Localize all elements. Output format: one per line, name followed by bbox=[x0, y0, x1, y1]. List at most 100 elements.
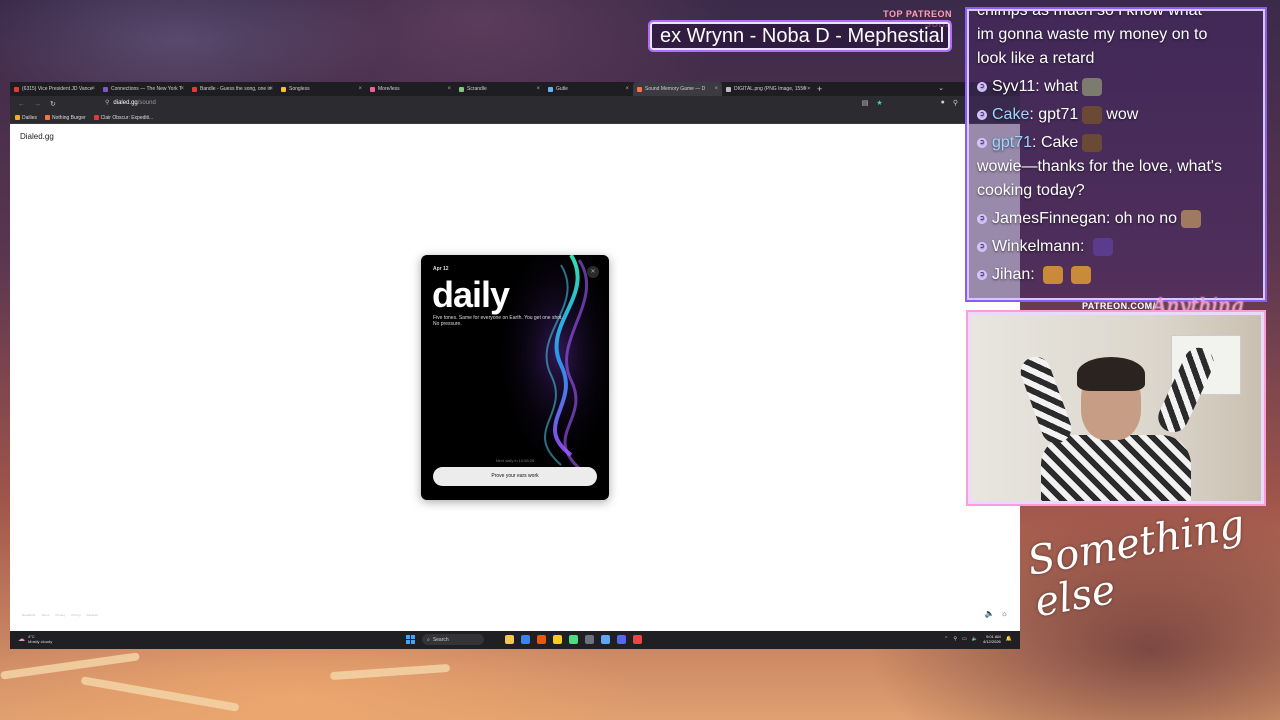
sound-icon[interactable]: 🔈 bbox=[985, 609, 995, 618]
chat-username[interactable]: gpt71 bbox=[992, 131, 1032, 155]
tab-favicon-icon bbox=[370, 86, 375, 92]
chat-username[interactable]: Syv11 bbox=[992, 75, 1035, 99]
chat-emote-icon bbox=[1071, 266, 1092, 284]
taskbar-app-icon[interactable] bbox=[521, 635, 530, 644]
taskbar-center: ⌕ Search bbox=[406, 634, 642, 645]
mic-tray-icon[interactable]: ⚲ bbox=[953, 636, 957, 642]
bookmark-label: Nothing Burger bbox=[52, 114, 86, 121]
chat-username[interactable]: Cake bbox=[992, 103, 1029, 127]
chat-text: gpt71 bbox=[1038, 106, 1079, 123]
browser-tab[interactable]: (6315) Vice President JD Vance × bbox=[10, 82, 99, 96]
chat-badge-icon: ➲ bbox=[977, 82, 987, 92]
taskbar-app-icon[interactable] bbox=[537, 635, 546, 644]
site-title[interactable]: Dialed.gg bbox=[20, 132, 54, 141]
chat-emote-icon bbox=[1081, 78, 1102, 96]
tab-close-icon[interactable]: × bbox=[180, 86, 184, 92]
system-tray: ⌃ ⚲ ▭ 🔈 9:01 AM 4/12/2026 🔔 bbox=[944, 634, 1012, 644]
streamer bbox=[1016, 342, 1219, 501]
daily-description: Five tones. Same for everyone on Earth. … bbox=[433, 315, 563, 327]
mic-icon[interactable]: ⚲ bbox=[953, 99, 958, 107]
chat-username[interactable]: JamesFinnegan bbox=[992, 207, 1106, 231]
windows-taskbar: ☁ 4°C Mostly cloudy ⌕ Search ⌃ ⚲ ▭ 🔈 9:0… bbox=[10, 631, 1020, 649]
prove-ears-button[interactable]: Prove your ears work bbox=[433, 467, 597, 486]
windows-start-icon[interactable] bbox=[406, 635, 415, 644]
tab-close-icon[interactable]: × bbox=[91, 86, 95, 92]
notification-bell-icon[interactable]: 🔔 bbox=[1006, 636, 1012, 642]
tab-label: Songless bbox=[289, 86, 310, 92]
tab-close-icon[interactable]: × bbox=[625, 86, 629, 92]
theme-sun-icon[interactable]: ☼ bbox=[1001, 609, 1008, 618]
taskbar-app-icon[interactable] bbox=[633, 635, 642, 644]
close-icon[interactable]: ✕ bbox=[587, 266, 599, 278]
chat-colon: : bbox=[1105, 210, 1115, 227]
tab-close-icon[interactable]: × bbox=[358, 86, 362, 92]
tab-label: Connections — The New York T bbox=[111, 86, 182, 92]
browser-tab[interactable]: Connections — The New York T × bbox=[99, 82, 188, 96]
browser-tab[interactable]: Sound Memory Game — D × bbox=[633, 82, 722, 96]
bookmark-item[interactable]: Clair Obscur: Expediti... bbox=[93, 115, 153, 121]
chat-text-after: wowie—thanks for the love, what's cookin… bbox=[977, 158, 1222, 199]
forward-arrow-icon[interactable]: → bbox=[34, 101, 42, 108]
taskbar-app-icon[interactable] bbox=[553, 635, 562, 644]
chat-badge-icon: ➲ bbox=[977, 214, 987, 224]
chat-line: im gonna waste my money on to bbox=[977, 26, 1208, 43]
chat-colon: : bbox=[1080, 238, 1089, 255]
back-arrow-icon[interactable]: ← bbox=[18, 101, 26, 108]
tab-close-icon[interactable]: × bbox=[447, 86, 451, 92]
footer-links: Recall123 Terms Privacy Pricing Reviews bbox=[22, 613, 98, 617]
site-info-icon[interactable]: ⚲ bbox=[105, 99, 109, 106]
url-host: dialed.gg bbox=[113, 99, 138, 106]
extension-icon[interactable]: ● bbox=[941, 99, 945, 107]
bookmark-icon bbox=[45, 115, 51, 120]
footer-link[interactable]: Reviews bbox=[87, 613, 98, 617]
bookmark-item[interactable]: Nothing Burger bbox=[45, 115, 86, 121]
taskbar-app-icon[interactable] bbox=[601, 635, 610, 644]
tray-chevron-icon[interactable]: ⌃ bbox=[944, 636, 948, 642]
footer-link[interactable]: Terms bbox=[41, 613, 49, 617]
tab-close-icon[interactable]: × bbox=[269, 86, 273, 92]
volume-icon[interactable]: 🔈 bbox=[972, 636, 978, 642]
taskbar-search[interactable]: ⌕ Search bbox=[422, 634, 484, 645]
browser-tab[interactable]: DIGITAL.png (PNG Image, 1556 × 2 × bbox=[722, 82, 811, 96]
tab-close-icon[interactable]: × bbox=[714, 86, 718, 92]
chat-text-after: wow bbox=[1106, 106, 1139, 123]
new-tab-button[interactable]: + bbox=[817, 84, 822, 94]
tab-label: DIGITAL.png (PNG Image, 1556 × 2 bbox=[734, 86, 811, 92]
chat-emote-icon bbox=[1043, 266, 1064, 284]
tab-close-icon[interactable]: × bbox=[803, 86, 807, 92]
tab-favicon-icon bbox=[103, 86, 108, 92]
footer-link[interactable]: Privacy bbox=[56, 613, 66, 617]
chat-emote-icon bbox=[1181, 210, 1202, 228]
bookmark-star-icon[interactable]: ★ bbox=[876, 99, 882, 107]
browser-tab[interactable]: More/less × bbox=[366, 82, 455, 96]
chat-colon: : bbox=[1030, 266, 1040, 283]
taskbar-app-icon[interactable] bbox=[617, 635, 626, 644]
chat-username[interactable]: Winkelmann bbox=[992, 235, 1080, 259]
browser-tab[interactable]: Scrandle × bbox=[455, 82, 544, 96]
reload-icon[interactable]: ↻ bbox=[50, 100, 58, 108]
daily-title: daily bbox=[432, 274, 510, 315]
taskbar-clock[interactable]: 9:01 AM 4/12/2026 bbox=[983, 634, 1001, 644]
tab-label: Sound Memory Game — D bbox=[645, 86, 706, 92]
clock-date: 4/12/2026 bbox=[982, 639, 1001, 644]
chat-username[interactable]: Jihan bbox=[992, 263, 1030, 287]
streamer-hair bbox=[1077, 357, 1145, 391]
address-bar[interactable]: ⚲ dialed.gg /sound bbox=[105, 99, 156, 107]
tab-label: More/less bbox=[378, 86, 400, 92]
stream-chat: chimps as much so i know what im gonna w… bbox=[965, 7, 1267, 302]
browser-tab[interactable]: Bandle - Guess the song, one in × bbox=[188, 82, 277, 96]
footer-link[interactable]: Recall123 bbox=[22, 613, 35, 617]
reader-view-icon[interactable]: ▤ bbox=[862, 99, 869, 107]
tab-list-chevron-icon[interactable]: ⌄ bbox=[938, 84, 944, 92]
nav-toolbar: ← → ↻ ⚲ dialed.gg /sound ▤ ★ ● ⚲ bbox=[10, 96, 1020, 112]
browser-tab[interactable]: Gutle × bbox=[544, 82, 633, 96]
taskbar-app-icon[interactable] bbox=[505, 635, 514, 644]
taskbar-app-icon[interactable] bbox=[585, 635, 594, 644]
browser-tab[interactable]: Songless × bbox=[277, 82, 366, 96]
tab-close-icon[interactable]: × bbox=[536, 86, 540, 92]
bookmark-item[interactable]: Dailies bbox=[15, 115, 37, 121]
weather-widget[interactable]: ☁ 4°C Mostly cloudy bbox=[18, 634, 52, 644]
taskbar-app-icon[interactable] bbox=[569, 635, 578, 644]
network-icon[interactable]: ▭ bbox=[962, 636, 967, 642]
footer-link[interactable]: Pricing bbox=[71, 613, 80, 617]
